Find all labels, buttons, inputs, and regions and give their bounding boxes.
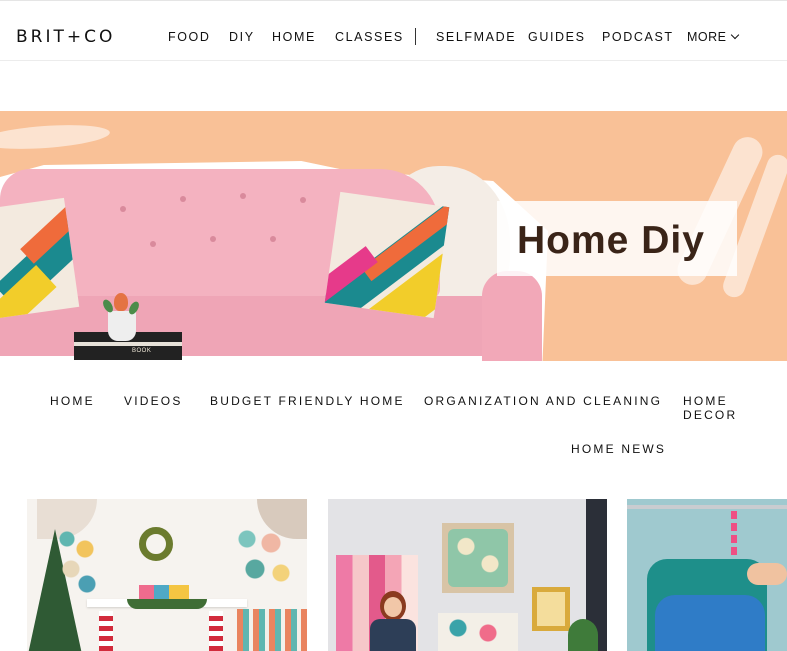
sofa-tuft (150, 241, 156, 247)
potted-plant (568, 619, 598, 651)
subnav-item-home[interactable]: HOME (50, 394, 95, 408)
article-card-image-3[interactable] (627, 499, 787, 651)
sofa-arm (482, 271, 542, 361)
stocking-right (209, 611, 223, 651)
book-spine-label: BOOK (132, 348, 152, 354)
sofa-tuft (210, 236, 216, 242)
nav-item-selfmade[interactable]: SELFMADE (436, 30, 516, 44)
nav-item-guides[interactable]: GUIDES (528, 30, 586, 44)
nav-divider (415, 28, 416, 45)
woman-figure (366, 591, 420, 651)
nav-item-classes[interactable]: CLASSES (335, 30, 404, 44)
gift-boxes (139, 585, 189, 599)
chevron-down-icon (730, 30, 739, 40)
nav-item-home[interactable]: HOME (272, 30, 316, 44)
sofa-tuft (300, 197, 306, 203)
plant-flower (114, 293, 128, 311)
subnav-item-organization-and-cleaning[interactable]: ORGANIZATION AND CLEANING (424, 394, 662, 408)
garland (127, 599, 207, 609)
subnav-item-budget-friendly-home[interactable]: BUDGET FRIENDLY HOME (210, 394, 405, 408)
brand-logo[interactable]: BRIT+CO (16, 27, 115, 47)
paper-pom-decorations (235, 527, 295, 597)
hand (747, 563, 787, 585)
closet-rod (627, 505, 787, 509)
plant-pot (108, 311, 136, 341)
top-navigation: BRIT+CO FOOD DIY HOME CLASSES SELFMADE G… (0, 0, 787, 61)
sofa-tuft (120, 206, 126, 212)
brush-stroke-decoration (0, 121, 111, 153)
nav-more-label: MORE (687, 30, 727, 44)
pillow-right (324, 191, 450, 319)
shirt-blue (655, 595, 765, 651)
sofa-tuft (270, 236, 276, 242)
sofa-tuft (240, 193, 246, 199)
paper-pom-decorations (57, 529, 97, 599)
sofa-tuft (180, 196, 186, 202)
article-card-image-1[interactable] (27, 499, 307, 651)
art-canvas-shapes (438, 613, 518, 651)
subnav-item-home-decor[interactable]: HOME DECOR (683, 394, 787, 422)
bookshelf (237, 609, 307, 651)
wreath (139, 527, 173, 561)
subnav-item-home-news[interactable]: HOME NEWS (571, 442, 666, 456)
stocking-left (99, 611, 113, 651)
nav-item-podcast[interactable]: PODCAST (602, 30, 674, 44)
subnav-item-videos[interactable]: VIDEOS (124, 394, 183, 408)
art-frame-green (442, 523, 514, 593)
art-frame-gold (532, 587, 570, 631)
book-page-edge (74, 342, 182, 346)
article-card-image-2[interactable] (328, 499, 607, 651)
nav-item-diy[interactable]: DIY (229, 30, 255, 44)
nav-more-menu[interactable]: MORE (687, 30, 739, 44)
hero-banner: BOOK Home Diy (0, 111, 787, 361)
nav-item-food[interactable]: FOOD (168, 30, 211, 44)
page-title: Home Diy (517, 219, 705, 262)
